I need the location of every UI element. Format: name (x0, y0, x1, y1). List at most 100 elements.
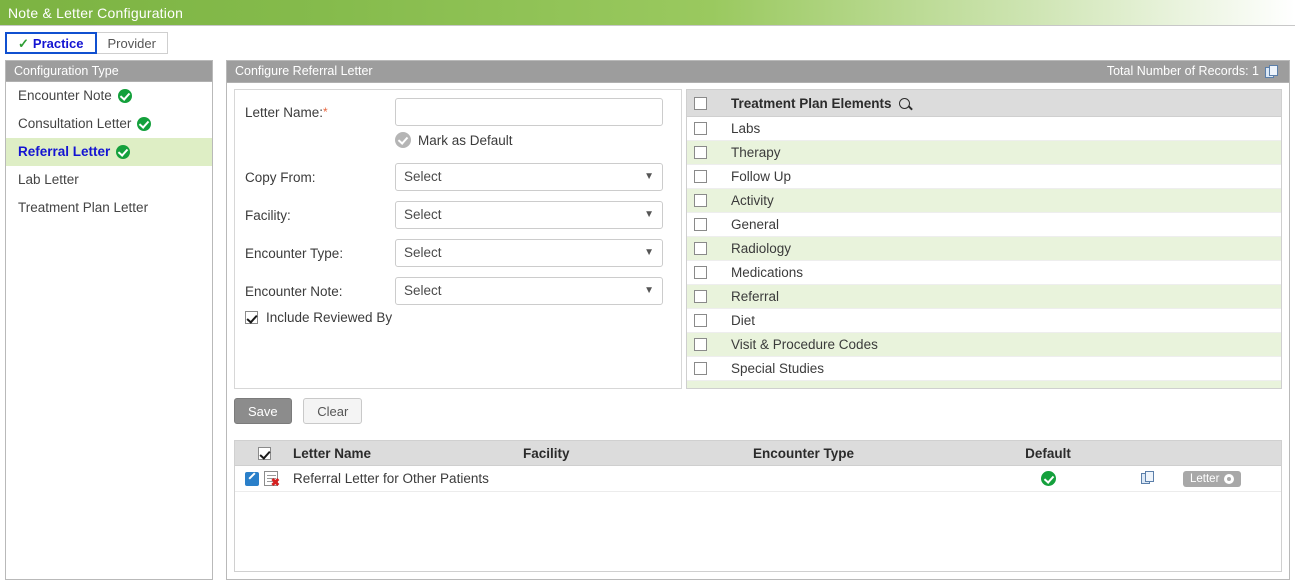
letter-button-label: Letter (1190, 473, 1219, 485)
check-icon: ✓ (18, 37, 29, 50)
mark-as-default-control[interactable]: Mark as Default (395, 132, 513, 148)
element-label: Activity (714, 193, 774, 208)
encounter-type-value: Select (404, 245, 442, 260)
form-action-bar: Save Clear (234, 398, 1282, 432)
list-item[interactable]: Referral (687, 285, 1281, 309)
configured-check-icon (118, 89, 132, 103)
element-checkbox[interactable] (694, 122, 707, 135)
element-checkbox-cell (687, 122, 714, 135)
sidebar-item-label: Lab Letter (18, 166, 79, 194)
app-header: Note & Letter Configuration (0, 0, 1295, 26)
element-checkbox[interactable] (694, 218, 707, 231)
tab-practice[interactable]: ✓ Practice (5, 32, 97, 54)
list-item[interactable]: General (687, 213, 1281, 237)
letter-name-label: Letter Name:* (245, 105, 395, 120)
cell-copy (1113, 471, 1183, 486)
element-label: Follow Up (714, 169, 791, 184)
letters-table: Letter Name Facility Encounter Type Defa… (234, 440, 1282, 572)
treatment-plan-elements-panel: Treatment Plan Elements Labs Therapy Fol… (686, 89, 1282, 389)
clear-button[interactable]: Clear (303, 398, 362, 424)
sidebar-item-label: Consultation Letter (18, 110, 131, 138)
list-item[interactable]: Diet (687, 309, 1281, 333)
list-item[interactable]: Visit & Procedure Codes (687, 333, 1281, 357)
main-panel: Configure Referral Letter Total Number o… (226, 60, 1290, 580)
mark-as-default-label: Mark as Default (418, 133, 513, 148)
element-checkbox-cell (687, 338, 714, 351)
select-all-rows-cell (235, 447, 293, 460)
copy-from-select[interactable]: Select ▼ (395, 163, 663, 191)
element-checkbox[interactable] (694, 362, 707, 375)
chevron-down-icon: ▼ (644, 278, 654, 304)
element-checkbox-cell (687, 170, 714, 183)
row-action-cell: ✖ (235, 471, 293, 486)
field-encounter-note: Encounter Note: Select ▼ (245, 277, 663, 305)
sidebar-item-referral-letter[interactable]: Referral Letter (6, 138, 212, 166)
letter-button[interactable]: Letter (1183, 471, 1241, 487)
list-item[interactable]: Follow Up (687, 165, 1281, 189)
element-label: Visit & Procedure Codes (714, 337, 878, 352)
delete-document-icon[interactable]: ✖ (264, 471, 278, 486)
element-checkbox-cell (687, 314, 714, 327)
select-all-elements-checkbox[interactable] (694, 97, 707, 110)
sidebar-item-consultation-letter[interactable]: Consultation Letter (6, 110, 212, 138)
list-item[interactable]: Activity (687, 189, 1281, 213)
element-label: General (714, 217, 779, 232)
select-all-rows-checkbox[interactable] (258, 447, 271, 460)
encounter-note-select[interactable]: Select ▼ (395, 277, 663, 305)
element-checkbox-cell (687, 194, 714, 207)
facility-label: Facility: (245, 208, 395, 223)
sidebar-item-encounter-note[interactable]: Encounter Note (6, 82, 212, 110)
cell-letter-action: Letter (1183, 471, 1283, 487)
include-reviewed-by-control[interactable]: Include Reviewed By (245, 310, 392, 325)
sidebar-item-lab-letter[interactable]: Lab Letter (6, 166, 212, 194)
configuration-type-sidebar: Configuration Type Encounter Note Consul… (5, 60, 213, 580)
chevron-down-icon: ▼ (644, 164, 654, 190)
pencil-edit-icon[interactable] (245, 472, 259, 486)
list-item[interactable]: Special Studies (687, 357, 1281, 381)
element-checkbox[interactable] (694, 146, 707, 159)
element-checkbox[interactable] (694, 170, 707, 183)
element-checkbox[interactable] (694, 266, 707, 279)
configured-check-icon (116, 145, 130, 159)
sidebar-item-label: Treatment Plan Letter (18, 194, 148, 222)
field-copy-from: Copy From: Select ▼ (245, 163, 663, 191)
encounter-note-label: Encounter Note: (245, 284, 395, 299)
cell-default (983, 471, 1113, 486)
element-checkbox-cell (687, 266, 714, 279)
tab-provider[interactable]: Provider (97, 32, 168, 54)
encounter-type-select[interactable]: Select ▼ (395, 239, 663, 267)
letter-name-input[interactable] (395, 98, 663, 126)
sidebar-item-treatment-plan-letter[interactable]: Treatment Plan Letter (6, 194, 212, 222)
element-label: Labs (714, 121, 760, 136)
copy-pages-icon[interactable] (1265, 65, 1280, 80)
element-checkbox[interactable] (694, 242, 707, 255)
sidebar-item-label: Referral Letter (18, 138, 110, 166)
element-checkbox[interactable] (694, 314, 707, 327)
cell-letter-name: Referral Letter for Other Patients (293, 471, 523, 486)
column-header-facility: Facility (523, 446, 753, 461)
list-item[interactable]: Medications (687, 261, 1281, 285)
check-circle-gray-icon (395, 132, 411, 148)
tab-strip: ✓ Practice Provider (5, 32, 168, 54)
tab-practice-label: Practice (33, 36, 84, 51)
element-checkbox[interactable] (694, 194, 707, 207)
element-checkbox[interactable] (694, 338, 707, 351)
field-letter-name: Letter Name:* (245, 98, 663, 126)
facility-select[interactable]: Select ▼ (395, 201, 663, 229)
element-checkbox[interactable] (694, 290, 707, 303)
save-button[interactable]: Save (234, 398, 292, 424)
table-row[interactable]: ✖ Referral Letter for Other Patients Let… (235, 466, 1281, 492)
list-partial-row (687, 381, 1281, 389)
main-panel-header: Configure Referral Letter Total Number o… (227, 61, 1289, 83)
list-item[interactable]: Labs (687, 117, 1281, 141)
sidebar-header: Configuration Type (6, 61, 212, 82)
element-label: Radiology (714, 241, 791, 256)
search-icon[interactable] (899, 98, 910, 109)
copy-pages-icon[interactable] (1141, 471, 1156, 486)
sidebar-item-label: Encounter Note (18, 82, 112, 110)
element-checkbox-cell (687, 290, 714, 303)
include-reviewed-by-checkbox[interactable] (245, 311, 258, 324)
column-header-letter-name: Letter Name (293, 446, 523, 461)
list-item[interactable]: Radiology (687, 237, 1281, 261)
list-item[interactable]: Therapy (687, 141, 1281, 165)
